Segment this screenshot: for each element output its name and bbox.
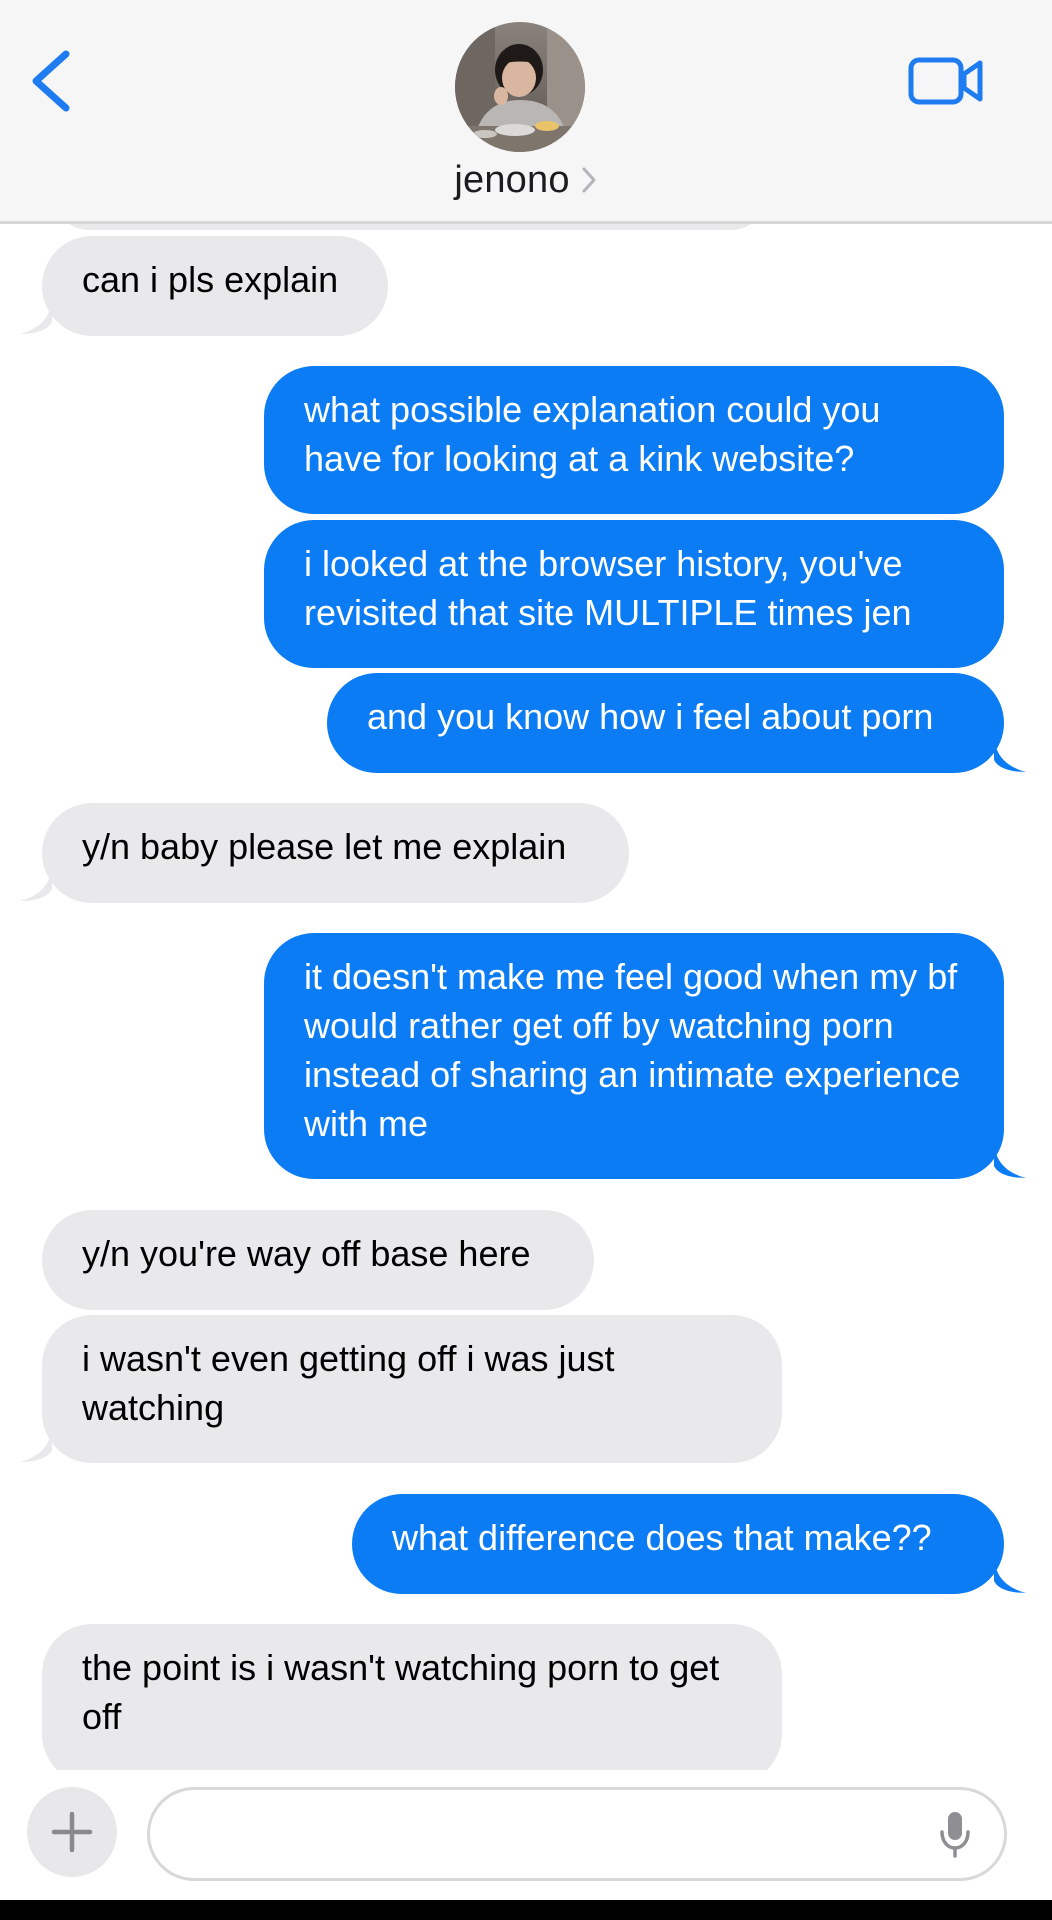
bubble-tail-incoming xyxy=(20,1428,52,1462)
message-composer xyxy=(0,1770,1052,1920)
message-incoming[interactable]: can i pls explain xyxy=(42,236,388,336)
message-text: can i pls explain xyxy=(82,259,339,300)
bubble-tail-incoming xyxy=(20,867,52,901)
message-outgoing[interactable]: and you know how i feel about porn xyxy=(327,673,1004,773)
bubble-tail-outgoing xyxy=(994,738,1026,772)
message-outgoing[interactable]: what possible explanation could you have… xyxy=(264,366,1004,514)
add-attachment-button[interactable] xyxy=(27,1787,117,1877)
message-incoming[interactable]: y/n you're way off base here xyxy=(42,1210,594,1310)
avatar[interactable] xyxy=(455,22,585,152)
contact-info[interactable]: jenono xyxy=(0,152,1052,208)
message-text: y/n baby please let me explain xyxy=(82,826,567,867)
message-incoming[interactable]: i wasn't even getting off i was just wat… xyxy=(42,1315,782,1463)
message-outgoing[interactable]: i looked at the browser history, you've … xyxy=(264,520,1004,668)
message-text: y/n you're way off base here xyxy=(82,1233,531,1274)
message-text: i wasn't even getting off i was just wat… xyxy=(82,1338,615,1428)
home-indicator-bar xyxy=(0,1900,1052,1920)
bubble-tail-incoming xyxy=(20,300,52,334)
message-outgoing[interactable]: what difference does that make?? xyxy=(352,1494,1004,1594)
bubble-tail-outgoing xyxy=(994,1559,1026,1593)
contact-photo xyxy=(455,22,585,152)
message-outgoing[interactable]: it doesn't make me feel good when my bf … xyxy=(264,933,1004,1179)
message-thread[interactable]: can i pls explain what possible explanat… xyxy=(0,0,1052,1770)
contact-name: jenono xyxy=(454,158,570,201)
chevron-left-icon[interactable] xyxy=(26,48,76,114)
message-text: the point is i wasn't watching porn to g… xyxy=(82,1647,720,1737)
plus-icon xyxy=(51,1811,93,1853)
message-text: i looked at the browser history, you've … xyxy=(304,543,912,633)
bubble-tail-outgoing xyxy=(994,1144,1026,1178)
message-text: what possible explanation could you have… xyxy=(304,389,881,479)
conversation-header: jenono xyxy=(0,0,1052,224)
message-incoming[interactable]: the point is i wasn't watching porn to g… xyxy=(42,1624,782,1770)
message-text: what difference does that make?? xyxy=(392,1517,932,1558)
chevron-right-icon xyxy=(582,167,596,193)
microphone-icon[interactable] xyxy=(938,1810,972,1860)
message-text: it doesn't make me feel good when my bf … xyxy=(304,956,961,1144)
message-input[interactable] xyxy=(180,1804,904,1866)
message-incoming[interactable]: y/n baby please let me explain xyxy=(42,803,629,903)
message-input-container[interactable] xyxy=(147,1787,1007,1881)
message-text: and you know how i feel about porn xyxy=(367,696,934,737)
video-camera-icon[interactable] xyxy=(908,56,984,106)
